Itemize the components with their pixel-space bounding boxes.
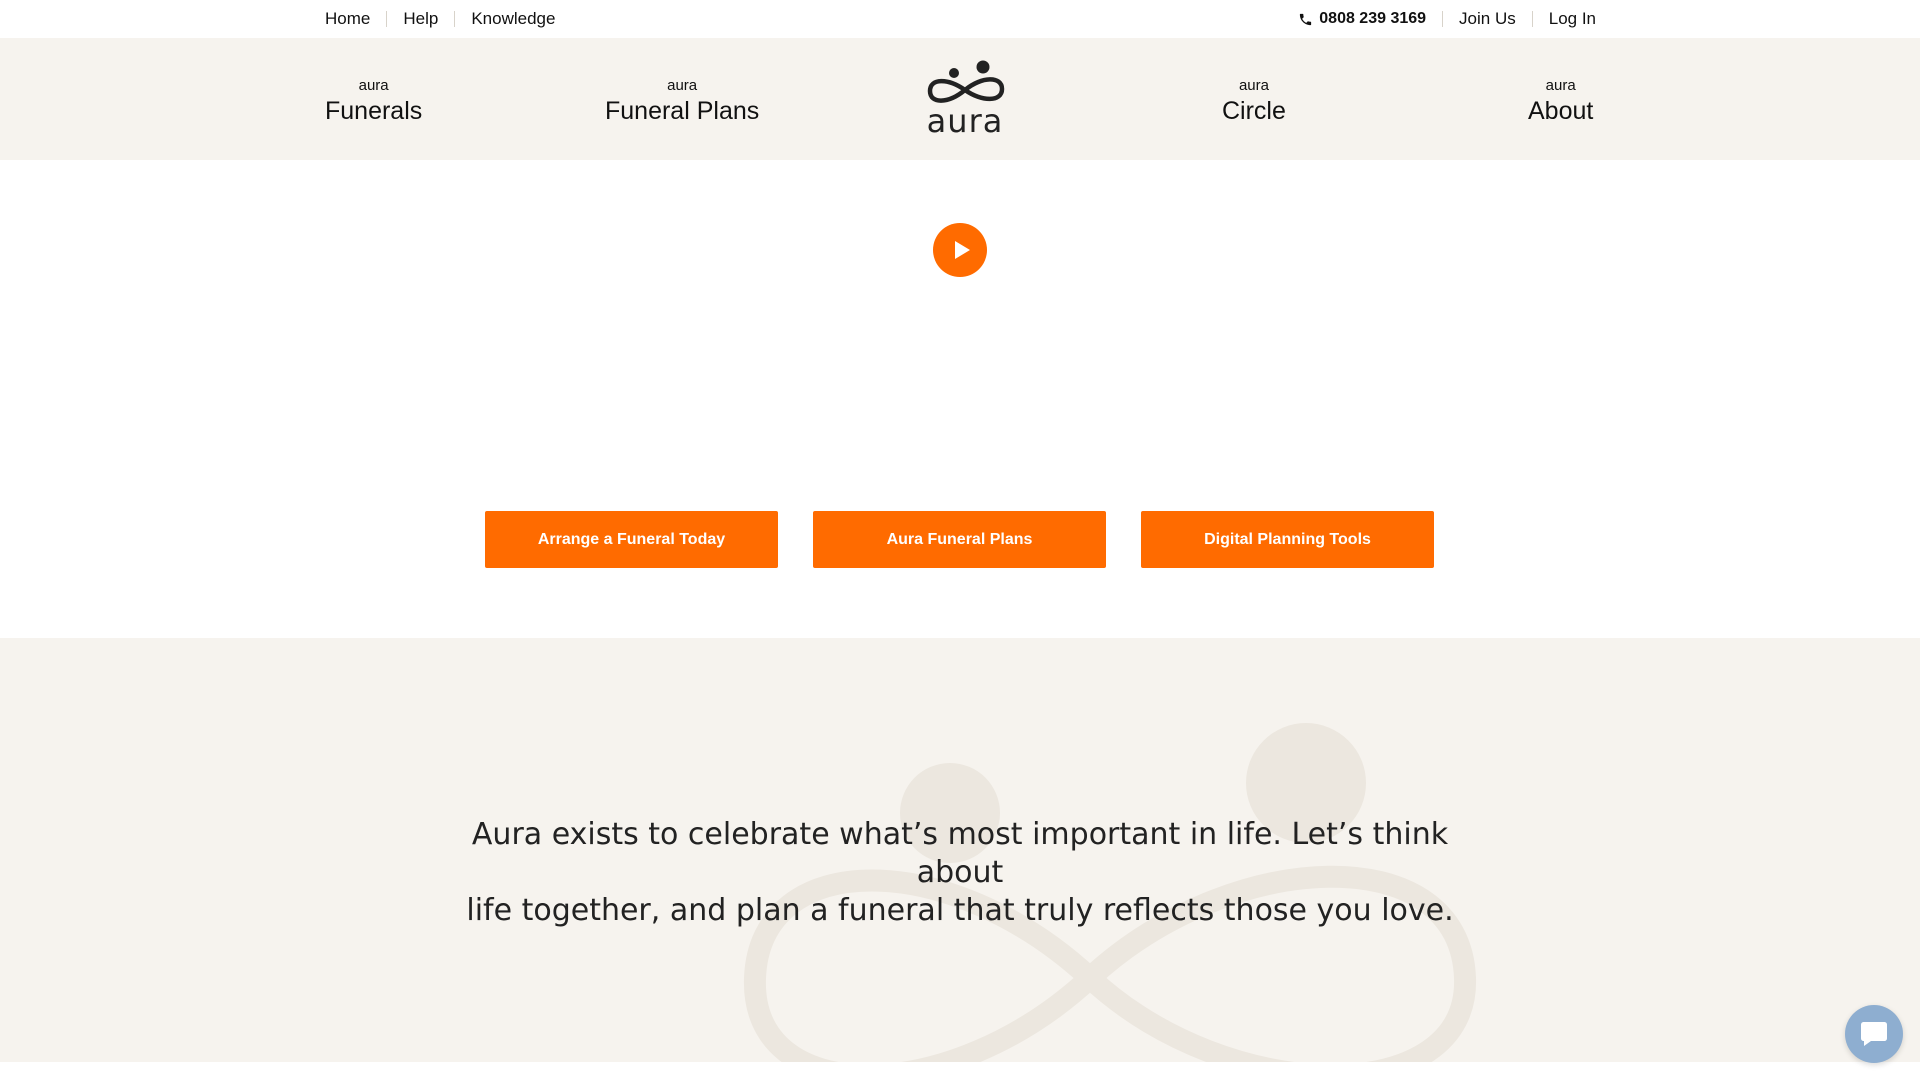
nav-item-circle[interactable]: aura Circle — [1222, 78, 1286, 126]
utility-links: Home Help Knowledge — [325, 0, 555, 38]
knowledge-link[interactable]: Knowledge — [471, 9, 555, 29]
utility-actions: 0808 239 3169 Join Us Log In — [1298, 0, 1596, 38]
chat-widget-button[interactable] — [1845, 1005, 1903, 1063]
nav-item-prefix: aura — [1545, 77, 1576, 94]
utility-bar: Home Help Knowledge 0808 239 3169 Join U… — [0, 0, 1920, 38]
logo-wordmark: aura — [926, 102, 1004, 140]
nav-item-prefix: aura — [667, 77, 698, 94]
mission-line: life together, and plan a funeral that t… — [466, 893, 1454, 928]
aura-infinity-logo-icon — [927, 60, 1005, 103]
nav-item-funeral-plans[interactable]: aura Funeral Plans — [605, 78, 759, 126]
play-icon — [955, 241, 970, 259]
nav-item-label: Funeral Plans — [605, 97, 760, 125]
mission-section: Aura exists to celebrate what’s most imp… — [0, 638, 1920, 1062]
digital-planning-tools-button[interactable]: Digital Planning Tools — [1141, 511, 1434, 568]
page: Home Help Knowledge 0808 239 3169 Join U… — [0, 0, 1920, 1080]
phone-number: 0808 239 3169 — [1319, 10, 1427, 27]
play-video-button[interactable] — [933, 223, 987, 277]
aura-funeral-plans-button[interactable]: Aura Funeral Plans — [813, 511, 1106, 568]
log-in-link[interactable]: Log In — [1549, 9, 1596, 29]
divider — [1442, 11, 1444, 27]
home-link[interactable]: Home — [325, 9, 370, 29]
nav-item-about[interactable]: aura About — [1528, 78, 1593, 126]
chat-icon — [1861, 1022, 1887, 1046]
divider — [454, 11, 456, 27]
nav-item-label: About — [1528, 97, 1594, 125]
nav-item-prefix: aura — [1238, 77, 1269, 94]
nav-item-label: Circle — [1222, 97, 1286, 125]
mission-line: Aura exists to celebrate what’s most imp… — [471, 817, 1449, 890]
nav-item-prefix: aura — [358, 77, 389, 94]
nav-item-label: Funerals — [325, 97, 423, 125]
mission-statement: Aura exists to celebrate what’s most imp… — [460, 816, 1460, 930]
nav-item-funerals[interactable]: aura Funerals — [325, 78, 422, 126]
divider — [386, 11, 388, 27]
aura-logo[interactable]: aura — [920, 58, 1010, 140]
divider — [1531, 11, 1533, 27]
help-link[interactable]: Help — [403, 9, 438, 29]
phone-link[interactable]: 0808 239 3169 — [1298, 10, 1426, 28]
main-nav: aura Funerals aura Funeral Plans aura au… — [0, 38, 1920, 160]
arrange-funeral-button[interactable]: Arrange a Funeral Today — [485, 511, 778, 568]
join-us-link[interactable]: Join Us — [1459, 9, 1516, 29]
phone-icon — [1300, 13, 1312, 25]
footer-strip — [0, 1062, 1920, 1080]
